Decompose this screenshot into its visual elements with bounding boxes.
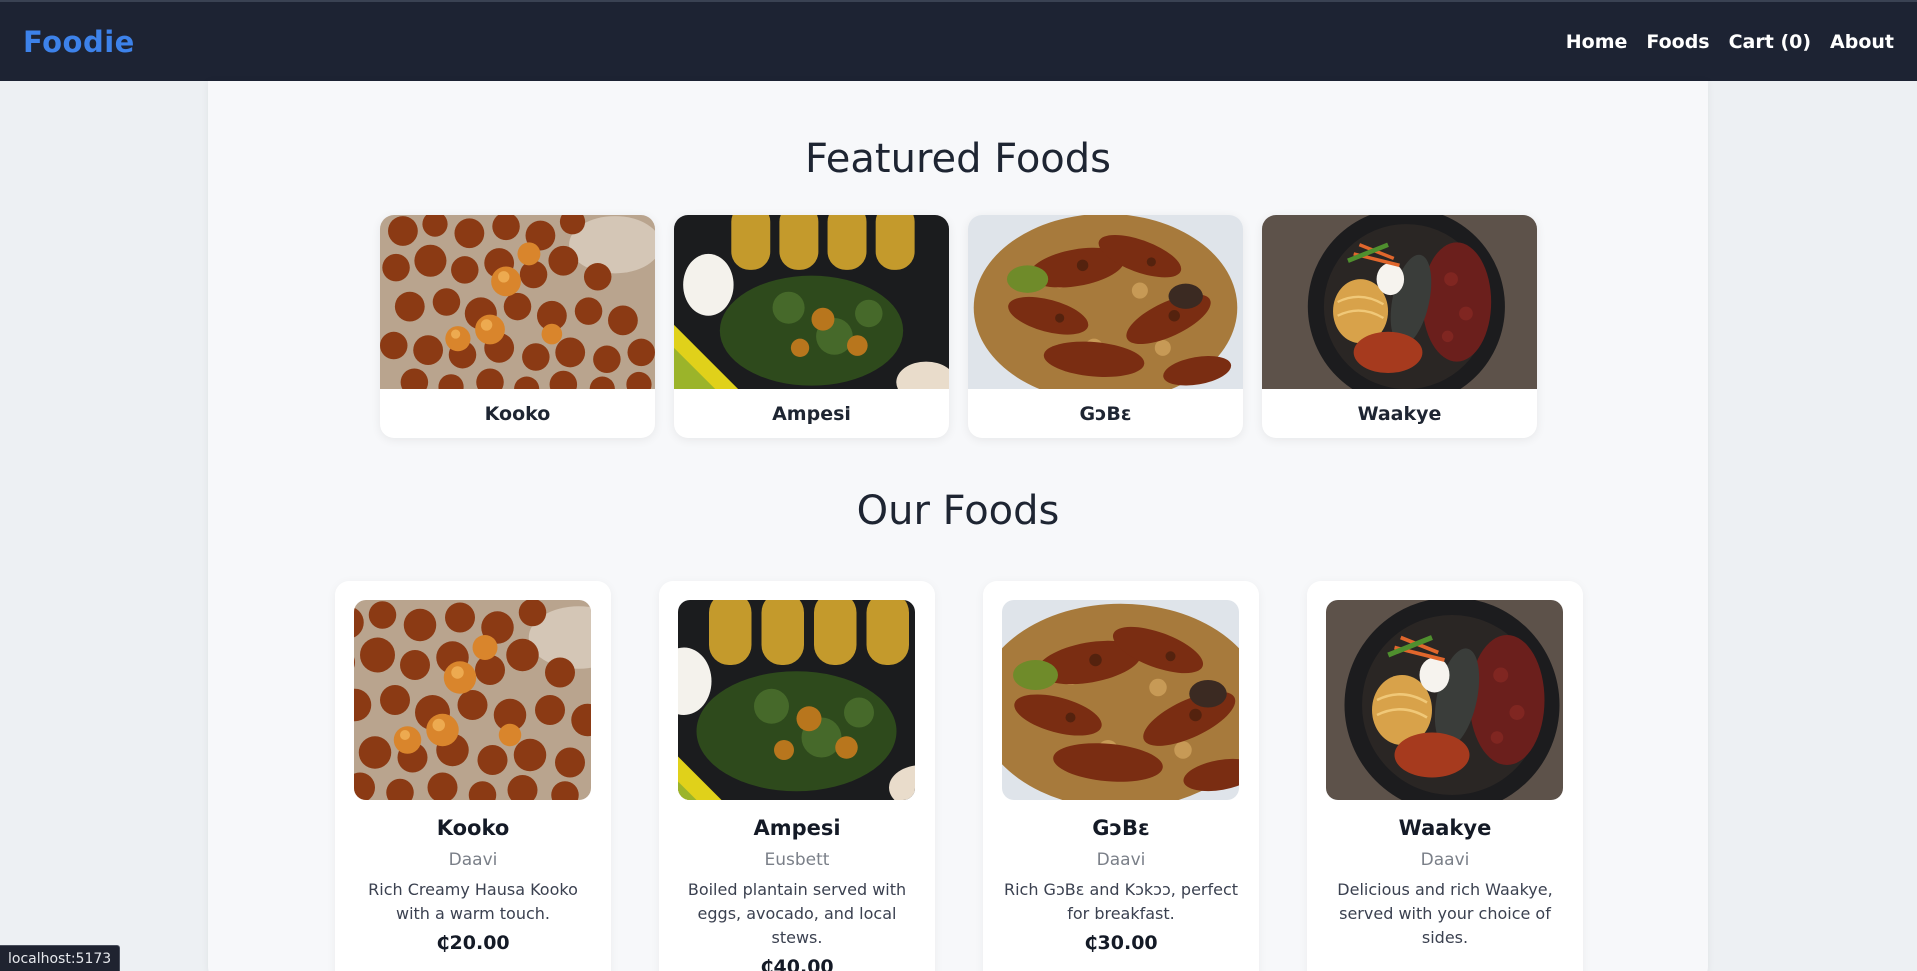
gobe-image <box>968 215 1243 389</box>
food-vendor: Eusbett <box>764 850 830 870</box>
main-container: Featured Foods Kooko Ampesi GɔBɛ Waakye … <box>208 81 1708 971</box>
featured-card-ampesi[interactable]: Ampesi <box>674 215 949 438</box>
ampesi-image <box>678 600 915 800</box>
food-card-gobe[interactable]: GɔBɛ Daavi Rich GɔBɛ and Kɔkɔɔ, perfect … <box>983 581 1259 971</box>
brand-logo[interactable]: Foodie <box>23 25 135 59</box>
kooko-image <box>380 215 655 389</box>
top-navbar: Foodie Home Foods Cart (0) About <box>0 0 1917 81</box>
featured-card-name: Waakye <box>1357 402 1442 425</box>
ampesi-image <box>674 215 949 389</box>
featured-foods-list: Kooko Ampesi GɔBɛ Waakye <box>380 215 1537 438</box>
food-card-kooko[interactable]: Kooko Daavi Rich Creamy Hausa Kooko with… <box>335 581 611 971</box>
featured-card-name: Ampesi <box>772 402 851 425</box>
food-description: Delicious and rich Waakye, served with y… <box>1337 880 1553 947</box>
nav-foods-link[interactable]: Foods <box>1646 31 1709 53</box>
featured-card-name: GɔBɛ <box>1079 402 1132 425</box>
food-vendor: Daavi <box>1420 850 1470 870</box>
nav-about-link[interactable]: About <box>1830 31 1894 53</box>
food-name: Ampesi <box>753 816 841 840</box>
nav-home-link[interactable]: Home <box>1566 31 1628 53</box>
food-price: ₵30.00 <box>1084 932 1158 954</box>
food-card-waakye[interactable]: Waakye Daavi Delicious and rich Waakye, … <box>1307 581 1583 971</box>
food-name: GɔBɛ <box>1092 816 1150 840</box>
food-name: Kooko <box>436 816 510 840</box>
featured-card-gobe[interactable]: GɔBɛ <box>968 215 1243 438</box>
gobe-image <box>1002 600 1239 800</box>
featured-card-waakye[interactable]: Waakye <box>1262 215 1537 438</box>
nav-cart-link[interactable]: Cart (0) <box>1729 31 1811 53</box>
food-vendor: Daavi <box>448 850 498 870</box>
featured-card-name: Kooko <box>484 402 551 425</box>
food-description: Boiled plantain served with eggs, avocad… <box>687 880 907 947</box>
featured-card-kooko[interactable]: Kooko <box>380 215 655 438</box>
status-bar-url: localhost:5173 <box>0 945 121 971</box>
waakye-image <box>1262 215 1537 389</box>
food-price: ₵40.00 <box>760 956 834 971</box>
food-name: Waakye <box>1398 816 1492 840</box>
waakye-image <box>1326 600 1563 800</box>
food-card-ampesi[interactable]: Ampesi Eusbett Boiled plantain served wi… <box>659 581 935 971</box>
featured-foods-heading: Featured Foods <box>804 136 1111 182</box>
our-foods-list: Kooko Daavi Rich Creamy Hausa Kooko with… <box>335 581 1583 971</box>
food-price: ₵20.00 <box>436 932 510 954</box>
kooko-image <box>354 600 591 800</box>
our-foods-heading: Our Foods <box>856 488 1060 534</box>
nav-links: Home Foods Cart (0) About <box>1566 31 1894 53</box>
food-description: Rich Creamy Hausa Kooko with a warm touc… <box>368 880 578 923</box>
food-description: Rich GɔBɛ and Kɔkɔɔ, perfect for breakfa… <box>1003 880 1239 923</box>
food-vendor: Daavi <box>1096 850 1146 870</box>
